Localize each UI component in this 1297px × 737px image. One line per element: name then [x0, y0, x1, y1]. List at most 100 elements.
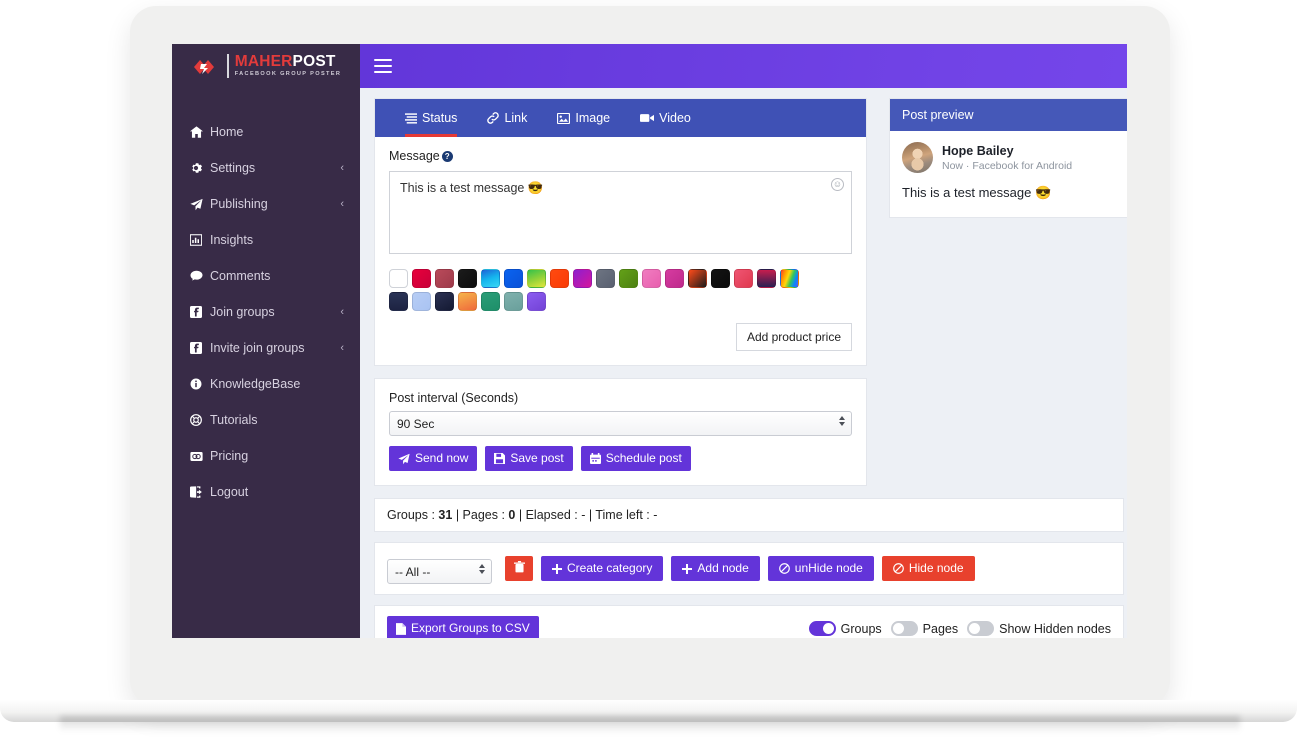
- color-swatch[interactable]: [389, 292, 408, 311]
- sidebar-label: Tutorials: [210, 413, 258, 427]
- tab-image[interactable]: Image: [557, 99, 610, 137]
- sidebar-item-settings[interactable]: Settings ‹: [172, 150, 360, 186]
- pages-label: Pages :: [462, 508, 505, 523]
- post-interval-select-wrapper: 90 Sec: [389, 405, 852, 436]
- separator: |: [588, 508, 593, 523]
- hamburger-icon[interactable]: [374, 59, 392, 73]
- sidebar-item-home[interactable]: Home: [172, 114, 360, 150]
- logo-divider: [226, 54, 229, 78]
- color-swatch[interactable]: [527, 292, 546, 311]
- color-swatch[interactable]: [435, 269, 454, 288]
- tab-link[interactable]: Link: [487, 99, 527, 137]
- color-swatch[interactable]: [435, 292, 454, 311]
- color-swatch[interactable]: [665, 269, 684, 288]
- export-groups-csv-button[interactable]: Export Groups to CSV: [387, 616, 539, 638]
- color-swatch[interactable]: [780, 269, 799, 288]
- toggle-show-hidden-nodes[interactable]: Show Hidden nodes: [967, 621, 1111, 637]
- tab-status[interactable]: Status: [405, 99, 458, 137]
- bar-chart-icon: [190, 234, 210, 246]
- brand-logo[interactable]: MAHERPOST FACEBOOK GROUP POSTER: [172, 44, 360, 88]
- color-swatch[interactable]: [504, 292, 523, 311]
- color-swatch[interactable]: [412, 269, 431, 288]
- button-label: unHide node: [794, 561, 863, 576]
- sidebar-label: Join groups: [210, 305, 275, 319]
- color-swatch[interactable]: [688, 269, 707, 288]
- sidebar-item-logout[interactable]: Logout: [172, 474, 360, 510]
- lifebuoy-icon: [190, 414, 210, 426]
- color-swatch[interactable]: [458, 269, 477, 288]
- button-label: Schedule post: [605, 451, 682, 465]
- color-swatch[interactable]: [504, 269, 523, 288]
- color-swatch[interactable]: [389, 269, 408, 288]
- groups-switch[interactable]: [808, 621, 836, 637]
- color-swatch[interactable]: [642, 269, 661, 288]
- sidebar-label: Pricing: [210, 449, 249, 463]
- lines-icon: [405, 112, 417, 124]
- sign-out-icon: [190, 486, 210, 498]
- groups-count: 31: [438, 508, 453, 523]
- sidebar-item-pricing[interactable]: Pricing: [172, 438, 360, 474]
- color-swatch[interactable]: [619, 269, 638, 288]
- chevron-left-icon: ‹: [340, 198, 344, 210]
- add-node-button[interactable]: Add node: [671, 556, 760, 582]
- color-swatch[interactable]: [412, 292, 431, 311]
- color-swatch[interactable]: [573, 269, 592, 288]
- sidebar-item-invite-join-groups[interactable]: Invite join groups ‹: [172, 330, 360, 366]
- message-label-text: Message: [389, 149, 440, 163]
- toggle-groups[interactable]: Groups: [808, 621, 882, 637]
- tab-label: Status: [422, 111, 458, 125]
- sidebar-item-publishing[interactable]: Publishing ‹: [172, 186, 360, 222]
- color-swatch[interactable]: [550, 269, 569, 288]
- sidebar-item-tutorials[interactable]: Tutorials: [172, 402, 360, 438]
- save-post-button[interactable]: Save post: [485, 446, 573, 472]
- sidebar-item-insights[interactable]: Insights: [172, 222, 360, 258]
- add-product-price-button[interactable]: Add product price: [735, 323, 852, 351]
- post-interval-select[interactable]: 90 Sec: [389, 411, 852, 436]
- toggle-pages[interactable]: Pages: [890, 621, 959, 637]
- pages-switch[interactable]: [890, 621, 918, 637]
- toggle-label: Pages: [922, 621, 959, 636]
- logo-title-second: POST: [292, 53, 336, 71]
- color-swatch[interactable]: [481, 269, 500, 288]
- post-preview-header: Post preview: [890, 99, 1127, 131]
- separator: |: [455, 508, 460, 523]
- unhide-node-button[interactable]: unHide node: [767, 556, 874, 582]
- pages-count: 0: [508, 508, 516, 523]
- preview-post-meta: Now · Facebook for Android: [942, 159, 1073, 172]
- preview-user: Hope Bailey Now · Facebook for Android: [902, 142, 1127, 173]
- toggle-label: Show Hidden nodes: [999, 621, 1111, 636]
- color-swatch[interactable]: [481, 292, 500, 311]
- button-label: Hide node: [908, 561, 964, 576]
- tab-video[interactable]: Video: [640, 99, 691, 137]
- color-swatch[interactable]: [458, 292, 477, 311]
- bottom-bar: Export Groups to CSV Groups Pages Show H…: [374, 605, 1124, 638]
- facebook-icon: [190, 306, 210, 318]
- link-icon: [487, 112, 500, 124]
- composer-card: Status Link Image Video Message ? This i…: [374, 98, 867, 366]
- help-icon[interactable]: ?: [441, 150, 453, 162]
- emoji-picker-icon[interactable]: ☺: [831, 178, 844, 191]
- send-now-button[interactable]: Send now: [389, 446, 478, 472]
- hide-node-button[interactable]: Hide node: [881, 556, 975, 582]
- color-swatch[interactable]: [757, 269, 776, 288]
- paper-plane-icon: [398, 453, 410, 465]
- elapsed-value: -: [581, 508, 586, 523]
- schedule-post-button[interactable]: Schedule post: [580, 446, 691, 472]
- category-select[interactable]: -- All --: [387, 559, 492, 585]
- color-swatch[interactable]: [734, 269, 753, 288]
- color-swatch[interactable]: [527, 269, 546, 288]
- elapsed-label: Elapsed :: [525, 508, 578, 523]
- pane-footer: Add product price: [389, 323, 852, 351]
- message-input[interactable]: This is a test message 😎: [389, 171, 852, 254]
- sidebar-item-comments[interactable]: Comments: [172, 258, 360, 294]
- delete-category-button[interactable]: [505, 556, 533, 582]
- sidebar-label: Logout: [210, 485, 249, 499]
- sidebar-item-join-groups[interactable]: Join groups ‹: [172, 294, 360, 330]
- color-swatch[interactable]: [711, 269, 730, 288]
- create-category-button[interactable]: Create category: [541, 556, 664, 582]
- tab-label: Image: [575, 111, 611, 125]
- color-swatch[interactable]: [596, 269, 615, 288]
- show-hidden-nodes-switch[interactable]: [967, 621, 995, 637]
- ban-icon: [892, 563, 904, 575]
- sidebar-item-knowledgebase[interactable]: KnowledgeBase: [172, 366, 360, 402]
